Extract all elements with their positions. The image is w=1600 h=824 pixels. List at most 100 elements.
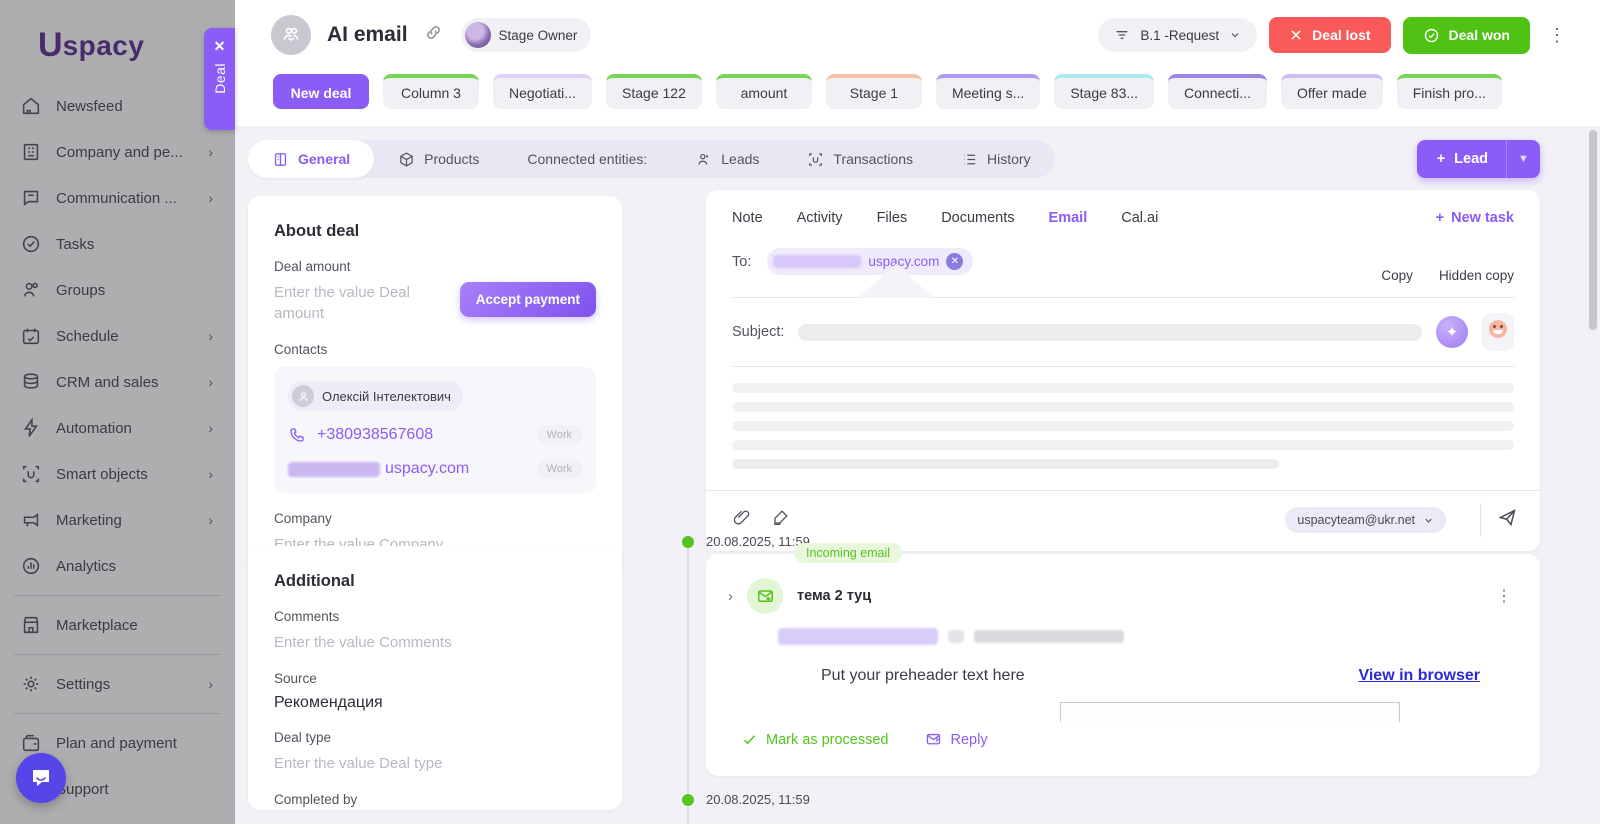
additional-card: Additional Comments Enter the value Comm… <box>248 546 622 810</box>
compose-toolbar: uspacyteam@ukr.net <box>706 490 1540 551</box>
lead-dropdown-toggle[interactable]: ▼ <box>1506 140 1540 178</box>
plus-icon: + <box>1435 210 1445 226</box>
stage-chip-offer-made[interactable]: Offer made <box>1280 74 1383 109</box>
subject-input[interactable] <box>798 323 1422 341</box>
new-task-button[interactable]: + New task <box>1436 210 1514 226</box>
copy-toggle[interactable]: Copy <box>1381 268 1413 283</box>
send-button[interactable] <box>1480 503 1524 537</box>
email-body-input[interactable] <box>706 367 1540 482</box>
view-in-browser-link[interactable]: View in browser <box>1358 667 1480 685</box>
stage-chip-stage-122[interactable]: Stage 122 <box>605 74 702 109</box>
timeline-dot <box>682 794 694 806</box>
hidden-copy-toggle[interactable]: Hidden copy <box>1439 268 1514 283</box>
email-subject[interactable]: тема 2 туц <box>797 588 871 604</box>
stage-chip-stage-83[interactable]: Stage 83... <box>1054 74 1155 109</box>
timeline-line <box>687 546 689 824</box>
deal-type-field[interactable]: Enter the value Deal type <box>274 753 596 774</box>
tab-cal-ai[interactable]: Cal.ai <box>1121 210 1158 226</box>
pipeline-selector[interactable]: B.1 -Request <box>1098 18 1258 52</box>
vertical-scrollbar[interactable] <box>1589 130 1597 330</box>
stage-chip-finish[interactable]: Finish pro... <box>1396 74 1502 109</box>
about-deal-card: About deal Deal amount Enter the value D… <box>248 196 622 579</box>
tab-files[interactable]: Files <box>877 210 908 226</box>
tab-general[interactable]: General <box>248 140 375 178</box>
deal-type-label: Deal type <box>274 730 332 745</box>
completed-by-label: Completed by <box>274 792 358 807</box>
source-label: Source <box>274 671 317 686</box>
stage-owner-chip[interactable]: Stage Owner <box>460 18 592 52</box>
tab-leads[interactable]: Leads <box>671 140 783 178</box>
contact-avatar-icon <box>292 385 314 407</box>
attach-file-icon[interactable] <box>732 508 751 532</box>
redacted-email-prefix <box>288 461 380 477</box>
tab-transactions[interactable]: Transactions <box>783 140 937 178</box>
contact-email-link[interactable]: uspacy.com <box>385 460 469 478</box>
additional-title: Additional <box>274 572 355 590</box>
more-menu-icon[interactable]: ⋮ <box>1542 21 1572 50</box>
doc-icon <box>272 151 289 168</box>
reply-mail-icon <box>926 733 940 745</box>
contact-name: Олексій Інтелектович <box>322 388 451 404</box>
phone-type-badge: Work <box>536 425 582 445</box>
close-icon[interactable]: ✕ <box>214 38 226 55</box>
remove-recipient-icon[interactable]: ✕ <box>946 253 964 270</box>
support-chat-button[interactable] <box>16 753 66 803</box>
popover-arrow <box>858 264 934 298</box>
to-label: To: <box>732 254 752 270</box>
redacted-meta <box>948 630 964 643</box>
sidebar: Uspacy Newsfeed Company and pe... › Comm… <box>0 0 235 824</box>
owner-avatar <box>464 22 491 48</box>
from-account-selector[interactable]: uspacyteam@ukr.net <box>1285 507 1446 533</box>
stage-chip-meeting[interactable]: Meeting s... <box>935 74 1041 109</box>
email-type-badge: Work <box>536 459 582 479</box>
mark-processed-button[interactable]: Mark as processed <box>742 732 889 748</box>
emoji-icon <box>1489 320 1507 338</box>
contacts-label: Contacts <box>274 342 328 357</box>
tab-history[interactable]: History <box>937 140 1055 178</box>
emoji-picker-button[interactable] <box>1482 313 1514 351</box>
deal-lost-button[interactable]: Deal lost <box>1269 17 1391 53</box>
contact-chip[interactable]: Олексій Інтелектович <box>288 381 463 411</box>
stage-chip-stage-1[interactable]: Stage 1 <box>825 74 922 109</box>
owner-label: Stage Owner <box>498 27 578 43</box>
redacted-sender-chip <box>778 628 938 645</box>
about-deal-title: About deal <box>274 222 360 240</box>
redacted-recipient <box>974 630 1124 643</box>
stage-chip-column-3[interactable]: Column 3 <box>383 74 479 109</box>
reply-button[interactable]: Reply <box>925 731 988 748</box>
sidebar-dim-overlay <box>0 0 235 824</box>
comments-field[interactable]: Enter the value Comments <box>274 632 596 653</box>
email-more-icon[interactable]: ⋮ <box>1490 586 1518 606</box>
handshake-icon <box>283 27 299 42</box>
stage-chip-negotiation[interactable]: Negotiati... <box>493 74 592 109</box>
expand-chevron-icon[interactable]: › <box>728 588 733 605</box>
to-field-row: To: uspacy.com ✕ Copy Hidden copy <box>706 238 1540 298</box>
signature-icon[interactable] <box>771 508 790 532</box>
incoming-email-badge: Incoming email <box>794 543 903 563</box>
tab-connected-entities[interactable]: Connected entities: <box>503 140 671 178</box>
deal-overlay-tab[interactable]: ✕ Deal <box>204 28 235 130</box>
tab-email[interactable]: Email <box>1049 210 1088 226</box>
tab-documents[interactable]: Documents <box>941 210 1014 226</box>
accept-payment-button[interactable]: Accept payment <box>459 282 596 317</box>
plus-icon: + <box>1436 151 1446 167</box>
deal-won-button[interactable]: Deal won <box>1402 16 1530 54</box>
email-content-box <box>1060 702 1400 722</box>
tab-products[interactable]: Products <box>374 140 503 178</box>
pipeline-value: B.1 -Request <box>1140 27 1220 43</box>
stage-chip-connection[interactable]: Connecti... <box>1168 74 1267 109</box>
stage-chip-amount[interactable]: amount <box>715 74 812 109</box>
tab-activity[interactable]: Activity <box>797 210 843 226</box>
check-icon <box>743 735 756 745</box>
add-lead-button[interactable]: + Lead ▼ <box>1416 140 1540 178</box>
incoming-email-card: Incoming email › тема 2 туц ⋮ Put your p… <box>706 543 1540 776</box>
deal-amount-field[interactable]: Enter the value Deal amount <box>274 282 424 324</box>
deal-tabs: General Products Connected entities: Lea… <box>248 140 1055 178</box>
compose-tabs: Note Activity Files Documents Email Cal.… <box>706 190 1540 238</box>
tab-note[interactable]: Note <box>732 210 763 226</box>
source-value[interactable]: Рекомендация <box>274 694 596 712</box>
ai-assist-button[interactable]: ✦ <box>1436 316 1468 348</box>
contact-phone-link[interactable]: +380938567608 <box>317 426 433 444</box>
stage-chip-new-deal[interactable]: New deal <box>273 74 369 109</box>
copy-link-icon[interactable] <box>424 23 443 47</box>
